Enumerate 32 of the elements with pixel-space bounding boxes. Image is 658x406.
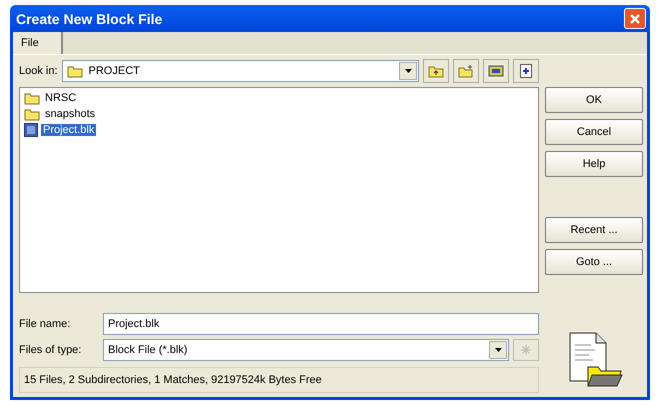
file-name-label: File name: (19, 318, 72, 330)
dialog-button[interactable]: Cancel (545, 119, 643, 145)
close-button[interactable] (624, 8, 646, 30)
file-name-field[interactable]: Project.blk (103, 313, 539, 335)
folder-icon (24, 108, 40, 120)
document-plus-icon (520, 64, 532, 78)
look-in-dropdown[interactable]: PROJECT (62, 60, 419, 82)
up-folder-button[interactable] (423, 59, 449, 83)
file-list-item[interactable]: Project.blk (41, 124, 96, 136)
dialog-button[interactable]: Goto ... (545, 249, 643, 275)
details-view-button[interactable] (513, 59, 539, 83)
status-text: 15 Files, 2 Subdirectories, 1 Matches, 92197524k Bytes Free (24, 374, 322, 386)
list-view-icon (488, 65, 504, 77)
asterisk-icon (521, 345, 531, 355)
dialog-button[interactable]: OK (545, 87, 643, 113)
block-file-icon (24, 123, 38, 137)
folder-icon (66, 64, 83, 78)
folder-icon (24, 92, 40, 104)
file-type-label: Files of type: (19, 344, 82, 356)
tab[interactable]: File (13, 32, 63, 54)
window-title: Create New Block File (16, 10, 162, 27)
close-icon (629, 12, 641, 25)
new-folder-button[interactable] (453, 59, 479, 83)
list-view-button[interactable] (483, 59, 509, 83)
dialog-button[interactable]: Help (545, 151, 643, 177)
dialog-button[interactable]: Recent ... (545, 217, 643, 243)
file-list-item[interactable]: snapshots (43, 108, 98, 120)
look-in-label: Look in: (19, 65, 58, 77)
new-folder-icon (458, 64, 474, 78)
folder-up-arrow-icon (428, 64, 444, 78)
file-type-dropdown[interactable]: Block File (*.blk) (103, 339, 509, 361)
file-list-item[interactable]: NRSC (43, 92, 78, 104)
